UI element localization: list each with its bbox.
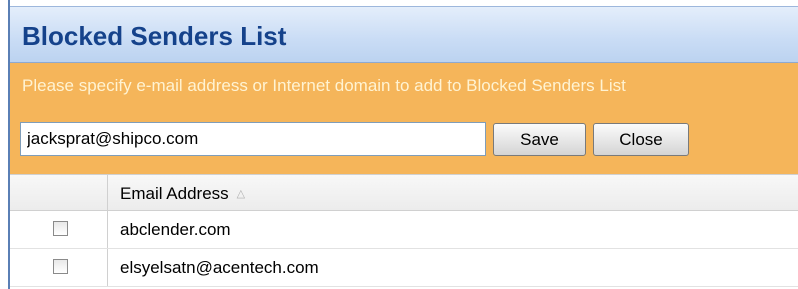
- table-row: elsyelsatn@acentech.com: [10, 249, 798, 287]
- grid-header-row: Email Address △: [10, 174, 798, 211]
- row-email: abclender.com: [120, 220, 231, 239]
- email-address-header-label: Email Address: [120, 184, 229, 203]
- close-button[interactable]: Close: [593, 123, 689, 156]
- row-checkbox[interactable]: [53, 259, 68, 274]
- save-button[interactable]: Save: [493, 123, 586, 156]
- sort-ascending-icon[interactable]: △: [237, 188, 245, 200]
- instruction-text: Please specify e-mail address or Interne…: [22, 76, 626, 95]
- row-checkbox-cell: [10, 249, 108, 286]
- add-sender-form: Please specify e-mail address or Interne…: [10, 63, 798, 174]
- checkbox-column-header: [10, 175, 108, 210]
- table-row: abclender.com: [10, 211, 798, 249]
- email-address-column-header[interactable]: Email Address △: [120, 184, 245, 204]
- panel-title: Blocked Senders List: [22, 21, 287, 51]
- row-checkbox-cell: [10, 211, 108, 248]
- blocked-senders-panel: Blocked Senders List Please specify e-ma…: [8, 0, 798, 289]
- panel-header: Blocked Senders List: [10, 6, 798, 63]
- row-checkbox[interactable]: [53, 221, 68, 236]
- row-email: elsyelsatn@acentech.com: [120, 258, 319, 277]
- email-address-input[interactable]: [20, 122, 486, 156]
- blocked-senders-grid: Email Address △ abclender.com elsyelsatn@…: [10, 174, 798, 287]
